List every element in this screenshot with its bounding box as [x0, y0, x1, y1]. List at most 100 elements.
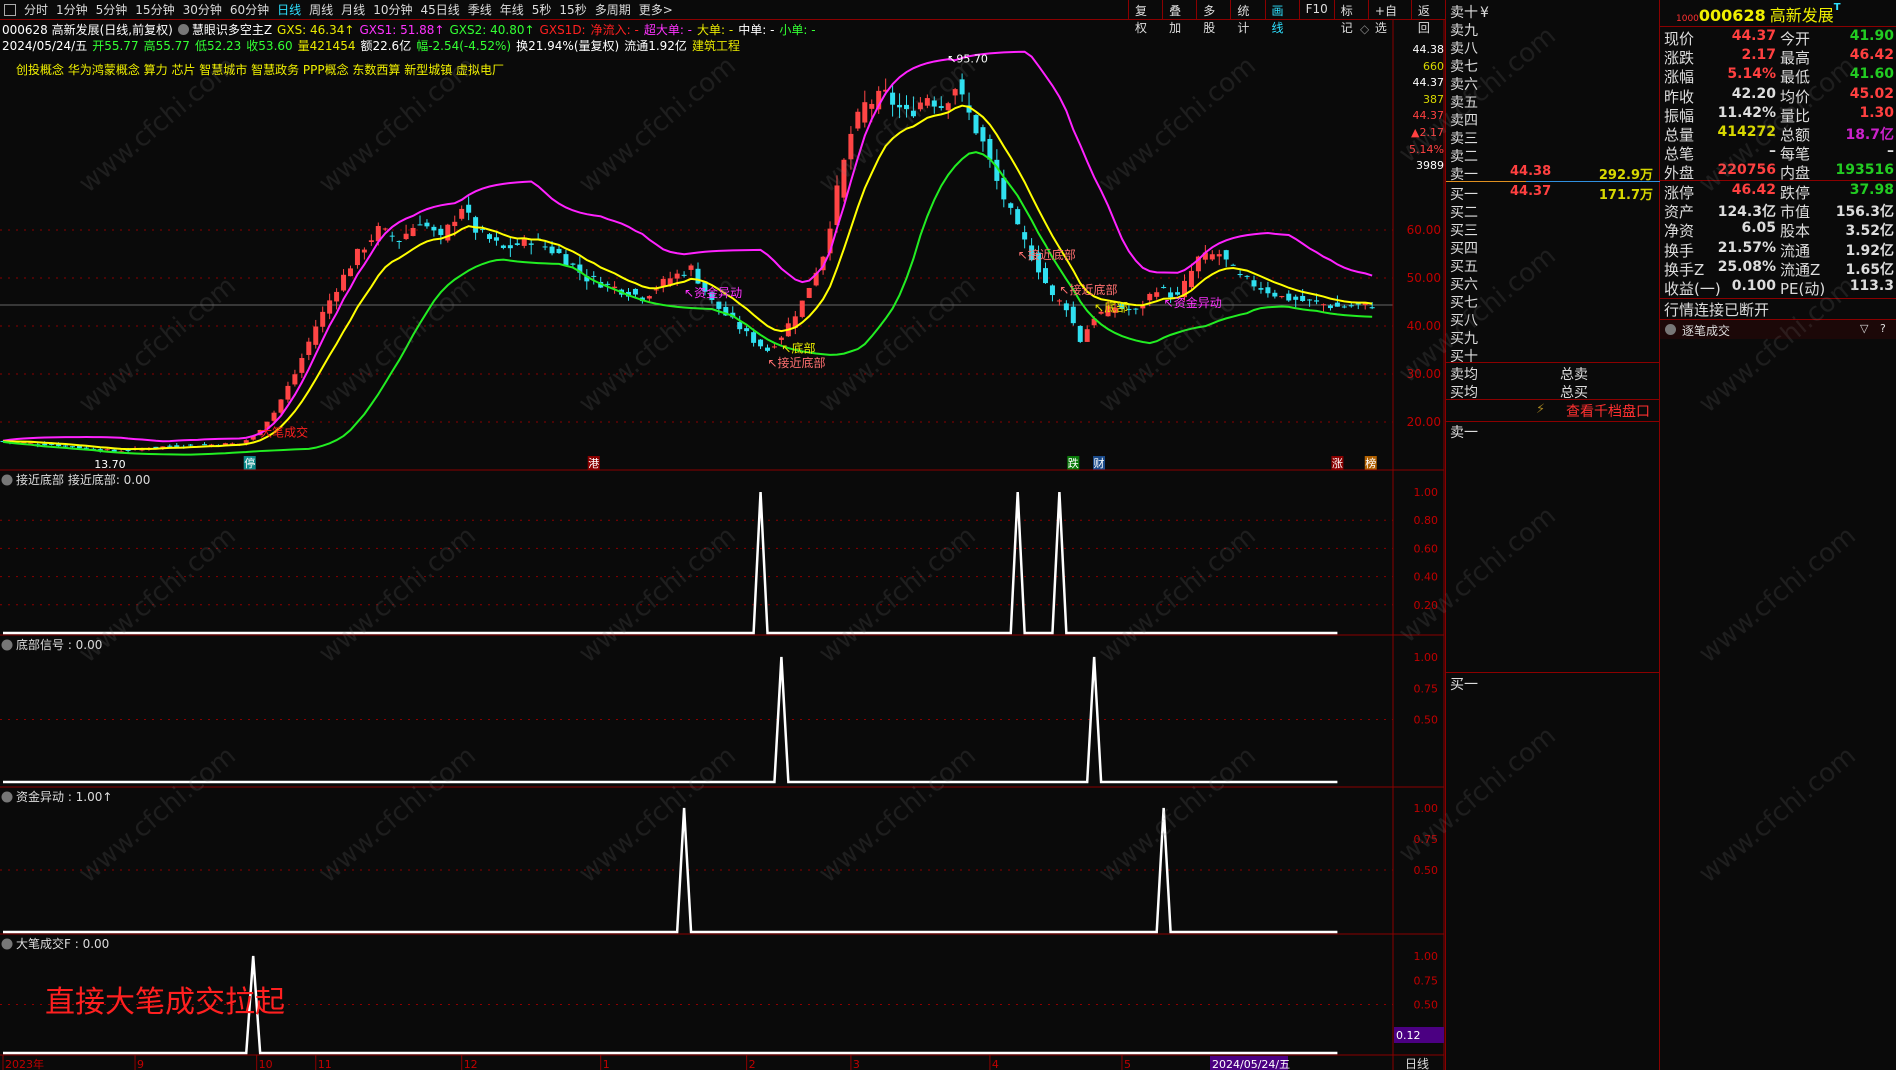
period-tab-1[interactable]: 1分钟	[52, 1, 92, 18]
panel-tick: 1.00	[1414, 802, 1439, 815]
date-tick: 10	[259, 1058, 273, 1070]
buy-level[interactable]: 买四	[1450, 238, 1655, 257]
panel-tick: 0.60	[1414, 542, 1439, 555]
info_line2-item: 低52.23	[194, 39, 242, 53]
buy-level[interactable]: 买五	[1450, 256, 1655, 275]
collapse-icon[interactable]	[1665, 324, 1676, 335]
panel-menu-icon[interactable]	[1, 639, 13, 651]
sell-level[interactable]: 卖四	[1450, 110, 1655, 129]
candle-body	[778, 337, 784, 340]
sell-level[interactable]: 卖十 ¥	[1450, 2, 1655, 21]
event-badge[interactable]: 涨	[1331, 456, 1344, 470]
signal-annotation: ↖资金异动	[684, 285, 742, 300]
toolbar-button-4[interactable]: 画线	[1264, 0, 1299, 35]
buy-level[interactable]: 买六	[1450, 274, 1655, 293]
period-tab-0[interactable]: 分时	[20, 1, 52, 18]
buy-level[interactable]: 买三	[1450, 220, 1655, 239]
period-tab-4[interactable]: 30分钟	[179, 1, 226, 18]
candle-body	[959, 79, 965, 95]
sell-level[interactable]: 卖七	[1450, 56, 1655, 75]
buy-level[interactable]: 买九	[1450, 328, 1655, 347]
buy-level[interactable]: 买七	[1450, 292, 1655, 311]
event-badge[interactable]: 港	[587, 456, 600, 470]
axis-quote-value: ▲2.17	[1411, 125, 1444, 139]
period-tab-13[interactable]: 5秒	[528, 1, 556, 18]
candle-body	[1300, 295, 1306, 302]
toolbar-button-7[interactable]: +自选	[1367, 0, 1411, 35]
candle-body	[334, 291, 340, 302]
toolbar-button-1[interactable]: 叠加	[1162, 0, 1196, 35]
buy-level[interactable]: 买二	[1450, 202, 1655, 221]
panel-title[interactable]: 资金异动 : 1.00↑	[1, 789, 113, 804]
cursor-date: 2024/05/24/五	[1212, 1058, 1290, 1070]
info_line1-item: GXS: 46.34↑	[277, 23, 355, 37]
candle-body	[104, 449, 110, 451]
period-tab-5[interactable]: 60分钟	[226, 1, 273, 18]
quote-panel: 1000000628 高新发展T 现价 44.37 今开 41.90 涨跌 2.17 最高 46.…	[1660, 0, 1896, 1070]
help-icon[interactable]: ?	[1880, 322, 1886, 335]
book-summary-row: 卖均 总卖	[1450, 367, 1588, 383]
chart-diamond-icon[interactable]: ◇	[1360, 22, 1369, 36]
panel-title[interactable]: 底部信号 : 0.00	[1, 637, 103, 652]
axis-quote-value: 3989	[1416, 159, 1444, 173]
period-tab-15[interactable]: 多周期	[591, 1, 635, 18]
candle-body	[487, 234, 492, 239]
event-badge[interactable]: 榜	[1364, 456, 1377, 470]
panel-title-text: 资金异动 : 1.00↑	[16, 789, 112, 804]
signal-annotation: ↖接近底部	[1018, 247, 1076, 262]
sell-level[interactable]: 卖五	[1450, 92, 1655, 111]
sell-level[interactable]: 卖八	[1450, 38, 1655, 57]
period-tab-10[interactable]: 45日线	[416, 1, 463, 18]
filter-icon[interactable]: ▽	[1860, 322, 1868, 335]
badge-label: 财	[1094, 456, 1105, 470]
period-tab-2[interactable]: 5分钟	[92, 1, 132, 18]
event-badge[interactable]: 跌	[1067, 456, 1080, 470]
toolbar-button-0[interactable]: 复权	[1128, 0, 1162, 35]
info_line1-item: GXS1: 51.88↑	[359, 23, 445, 37]
candle-body	[1161, 287, 1167, 289]
toolbar-button-8[interactable]: 返回	[1410, 0, 1445, 35]
candle-body	[855, 111, 861, 129]
period-tab-11[interactable]: 季线	[464, 1, 496, 18]
period-tab-6[interactable]: 日线	[273, 1, 305, 18]
toolbar-button-6[interactable]: 标记	[1333, 0, 1368, 35]
thousand-levels-link[interactable]: 查看千档盘口	[1566, 401, 1650, 421]
sell-level[interactable]: 卖六	[1450, 74, 1655, 93]
candle-body	[292, 374, 298, 385]
candle-body	[438, 228, 444, 236]
period-tab-7[interactable]: 周线	[305, 1, 337, 18]
sell-level[interactable]: 卖一 44.38 292.9万	[1450, 164, 1655, 183]
info_line2-item: 2024/05/24/五	[2, 39, 88, 53]
period-tab-16[interactable]: 更多>	[635, 1, 677, 18]
event-badge[interactable]: 财	[1093, 456, 1106, 470]
sell-level[interactable]: 卖九	[1450, 20, 1655, 39]
tick-trades-header[interactable]: 逐笔成交 ▽?	[1660, 319, 1896, 339]
candle-body	[473, 217, 479, 233]
panel-title-text: 大笔成交F : 0.00	[16, 936, 109, 951]
buy-level[interactable]: 买一 44.37 171.7万	[1450, 184, 1655, 203]
candle-body	[1258, 288, 1264, 290]
candle-body	[1133, 308, 1139, 310]
event-badge[interactable]: 停	[243, 456, 256, 470]
toolbar-button-5[interactable]: F10	[1298, 0, 1334, 20]
toolbar-button-3[interactable]: 统计	[1230, 0, 1264, 35]
indicator-menu-icon[interactable]	[177, 24, 189, 35]
panel-title[interactable]: 大笔成交F : 0.00	[1, 936, 110, 951]
sell-level[interactable]: 卖二	[1450, 146, 1655, 165]
period-tab-14[interactable]: 15秒	[555, 1, 590, 18]
toolbar-button-2[interactable]: 多股	[1196, 0, 1230, 35]
price-tick: 60.00	[1407, 223, 1441, 237]
panel-menu-icon[interactable]	[1, 791, 13, 803]
period-tab-3[interactable]: 15分钟	[131, 1, 178, 18]
panel-menu-icon[interactable]	[1, 474, 13, 486]
period-tab-8[interactable]: 月线	[337, 1, 369, 18]
panel-title[interactable]: 接近底部 接近底部: 0.00	[1, 472, 151, 487]
panel-toggle-icon[interactable]	[4, 3, 16, 16]
kline-chart[interactable]: 60.00 50.00 40.00 30.00 20.00 ↖95.70 13.70 大笔成交…	[0, 0, 1445, 1070]
sell-level[interactable]: 卖三	[1450, 128, 1655, 147]
panel-menu-icon[interactable]	[1, 938, 13, 950]
period-tab-12[interactable]: 年线	[496, 1, 528, 18]
period-tab-9[interactable]: 10分钟	[369, 1, 416, 18]
buy-level[interactable]: 买八	[1450, 310, 1655, 329]
badge-label: 停	[244, 456, 255, 470]
